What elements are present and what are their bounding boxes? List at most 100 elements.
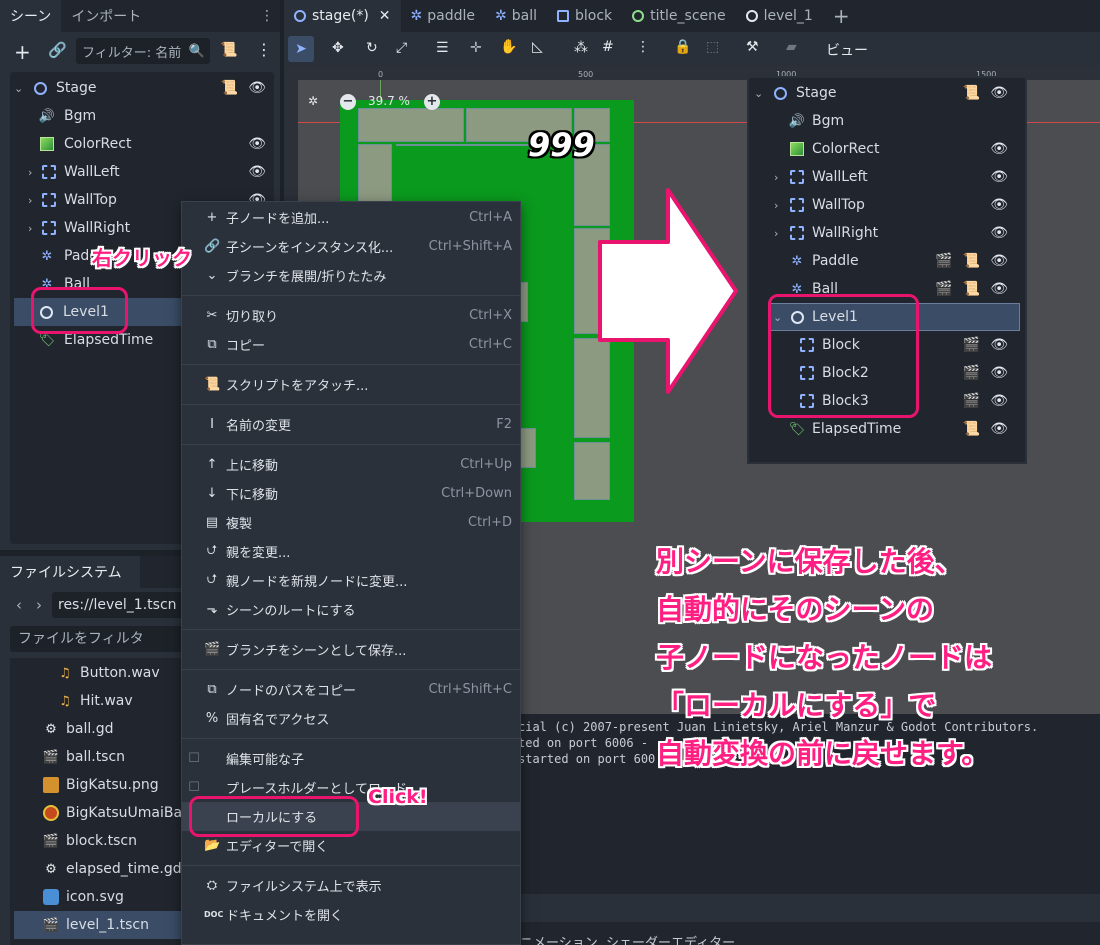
- scene-clapper-icon[interactable]: 🎬: [963, 365, 980, 381]
- zoom-row-paddle[interactable]: ✲ Paddle 🎬 📜 👁: [754, 247, 1016, 275]
- chevron-right-icon[interactable]: ›: [774, 199, 784, 212]
- menu-item[interactable]: ⮍ 親を変更...: [182, 537, 520, 566]
- tab-import[interactable]: インポート: [61, 0, 151, 32]
- visibility-eye-icon[interactable]: 👁: [990, 85, 1008, 101]
- rotate-tool-icon[interactable]: ↻: [366, 40, 378, 56]
- visibility-eye-icon[interactable]: 👁: [990, 253, 1008, 269]
- tab-paddle[interactable]: ✲ paddle: [401, 0, 485, 32]
- script-icon[interactable]: 📜: [963, 253, 980, 269]
- zoom-in-icon[interactable]: +: [424, 94, 440, 110]
- list-select-icon[interactable]: ☰: [436, 40, 449, 56]
- menu-item[interactable]: ↓ 下に移動 Ctrl+Down: [182, 479, 520, 508]
- zoom-row-colorrect[interactable]: ColorRect 👁: [754, 135, 1016, 163]
- menu-item[interactable]: ✂ 切り取り Ctrl+X: [182, 301, 520, 330]
- tab-level-1[interactable]: level_1: [736, 0, 823, 32]
- zoom-row-walltop[interactable]: › WallTop 👁: [754, 191, 1016, 219]
- smart-snap-icon[interactable]: ⁂: [574, 40, 588, 56]
- grid-snap-icon[interactable]: #: [602, 39, 614, 55]
- zoom-out-icon[interactable]: −: [340, 94, 356, 110]
- visibility-eye-icon[interactable]: 👁: [990, 225, 1008, 241]
- chevron-down-icon[interactable]: ⌄: [754, 87, 770, 100]
- pivot-icon[interactable]: ✛: [470, 40, 482, 56]
- chevron-right-icon[interactable]: ›: [28, 194, 38, 207]
- menu-item[interactable]: ⛭ ファイルシステム上で表示: [182, 871, 520, 900]
- chevron-right-icon[interactable]: ›: [774, 171, 784, 184]
- add-tab-icon[interactable]: +: [823, 0, 860, 32]
- scene-filter-input[interactable]: フィルター: 名前 🔍: [76, 38, 210, 64]
- tree-row-stage[interactable]: ⌄ Stage 📜 👁: [14, 74, 272, 102]
- lock-icon[interactable]: 🔒: [674, 39, 691, 55]
- back-arrow-icon[interactable]: ‹: [16, 596, 22, 614]
- menu-item[interactable]: ⧉ コピー Ctrl+C: [182, 330, 520, 359]
- menu-item[interactable]: ⌄ ブランチを展開/折りたたみ: [182, 261, 520, 290]
- select-tool-icon[interactable]: ➤: [288, 36, 314, 62]
- visibility-eye-icon[interactable]: 👁: [990, 337, 1008, 353]
- menu-item[interactable]: DOC ドキュメントを開く: [182, 900, 520, 929]
- menu-item[interactable]: 🔗 子シーンをインスタンス化... Ctrl+Shift+A: [182, 232, 520, 261]
- zoom-row-stage[interactable]: ⌄ Stage 📜 👁: [754, 79, 1016, 107]
- chevron-right-icon[interactable]: ›: [774, 227, 784, 240]
- menu-item[interactable]: ⮍ 親ノードを新規ノードに変更...: [182, 566, 520, 595]
- visibility-eye-icon[interactable]: 👁: [990, 141, 1008, 157]
- instance-link-icon[interactable]: 🔗: [48, 41, 67, 59]
- zoom-row-bgm[interactable]: 🔊 Bgm: [754, 107, 1016, 135]
- zoom-level[interactable]: 39.7 %: [368, 94, 410, 108]
- zoom-row-wallright[interactable]: › WallRight 👁: [754, 219, 1016, 247]
- menu-item[interactable]: ▤ 複製 Ctrl+D: [182, 508, 520, 537]
- zoom-row-wallleft[interactable]: › WallLeft 👁: [754, 163, 1016, 191]
- bone-icon[interactable]: ⚒: [746, 39, 759, 55]
- attach-script-icon[interactable]: 📜: [220, 42, 237, 58]
- zoom-row-elapsedtime[interactable]: 🏷 ElapsedTime 📜 👁: [754, 415, 1016, 443]
- chevron-right-icon[interactable]: ›: [28, 166, 38, 179]
- view-menu[interactable]: ビュー: [826, 40, 868, 60]
- menu-item[interactable]: I 名前の変更 F2: [182, 410, 520, 439]
- visibility-eye-icon[interactable]: 👁: [990, 197, 1008, 213]
- tree-row-colorrect[interactable]: ColorRect 👁: [14, 130, 272, 158]
- center-view-icon[interactable]: ✲: [308, 94, 318, 108]
- bottom-tab-labels[interactable]: ニメーション シェーダーエディター: [520, 932, 735, 945]
- visibility-eye-icon[interactable]: 👁: [248, 164, 266, 180]
- visibility-eye-icon[interactable]: 👁: [990, 365, 1008, 381]
- script-icon[interactable]: 📜: [963, 421, 980, 437]
- chevron-down-icon[interactable]: ⌄: [14, 82, 30, 95]
- menu-item[interactable]: 🎬 ブランチをシーンとして保存...: [182, 635, 520, 664]
- camera-override-icon[interactable]: ▰: [786, 39, 797, 55]
- forward-arrow-icon[interactable]: ›: [36, 596, 42, 614]
- tab-filesystem[interactable]: ファイルシステム: [0, 556, 140, 588]
- scale-tool-icon[interactable]: ⤢: [396, 40, 407, 56]
- tab-scene[interactable]: シーン: [0, 0, 62, 32]
- menu-item[interactable]: 📜 スクリプトをアタッチ...: [182, 370, 520, 399]
- menu-item[interactable]: ⧉ ノードのパスをコピー Ctrl+Shift+C: [182, 675, 520, 704]
- ruler-tool-icon[interactable]: ◺: [532, 39, 543, 55]
- script-icon[interactable]: 📜: [963, 281, 980, 297]
- tab-block[interactable]: block: [547, 0, 622, 32]
- scene-clapper-icon[interactable]: 🎬: [935, 253, 952, 269]
- tab-ball[interactable]: ✲ ball: [485, 0, 547, 32]
- tab-title-scene[interactable]: title_scene: [622, 0, 735, 32]
- scene-clapper-icon[interactable]: 🎬: [963, 337, 980, 353]
- dock-menu-icon[interactable]: ⋮: [260, 8, 274, 24]
- visibility-eye-icon[interactable]: 👁: [990, 281, 1008, 297]
- scene-clapper-icon[interactable]: 🎬: [963, 393, 980, 409]
- tab-stage[interactable]: stage(*) ✕: [284, 0, 401, 32]
- move-tool-icon[interactable]: ✥: [332, 40, 344, 56]
- menu-item[interactable]: ☐ 編集可能な子: [182, 744, 520, 773]
- menu-item[interactable]: ↑ 上に移動 Ctrl+Up: [182, 450, 520, 479]
- chevron-right-icon[interactable]: ›: [28, 222, 38, 235]
- visibility-eye-icon[interactable]: 👁: [248, 80, 266, 96]
- visibility-eye-icon[interactable]: 👁: [990, 393, 1008, 409]
- visibility-eye-icon[interactable]: 👁: [990, 169, 1008, 185]
- menu-item[interactable]: ⬎ シーンのルートにする: [182, 595, 520, 624]
- visibility-eye-icon[interactable]: 👁: [248, 136, 266, 152]
- group-icon[interactable]: ⬚: [706, 39, 719, 55]
- scene-menu-icon[interactable]: ⋮: [256, 40, 272, 59]
- tree-row-bgm[interactable]: 🔊 Bgm: [14, 102, 272, 130]
- more-options-icon[interactable]: ⋮: [636, 39, 650, 55]
- menu-item[interactable]: % 固有名でアクセス: [182, 704, 520, 733]
- add-node-icon[interactable]: +: [14, 40, 31, 64]
- menu-item[interactable]: + 子ノードを追加... Ctrl+A: [182, 203, 520, 232]
- pan-tool-icon[interactable]: ✋: [500, 39, 517, 55]
- visibility-eye-icon[interactable]: 👁: [990, 421, 1008, 437]
- script-icon[interactable]: 📜: [221, 80, 238, 96]
- close-icon[interactable]: ✕: [379, 8, 391, 24]
